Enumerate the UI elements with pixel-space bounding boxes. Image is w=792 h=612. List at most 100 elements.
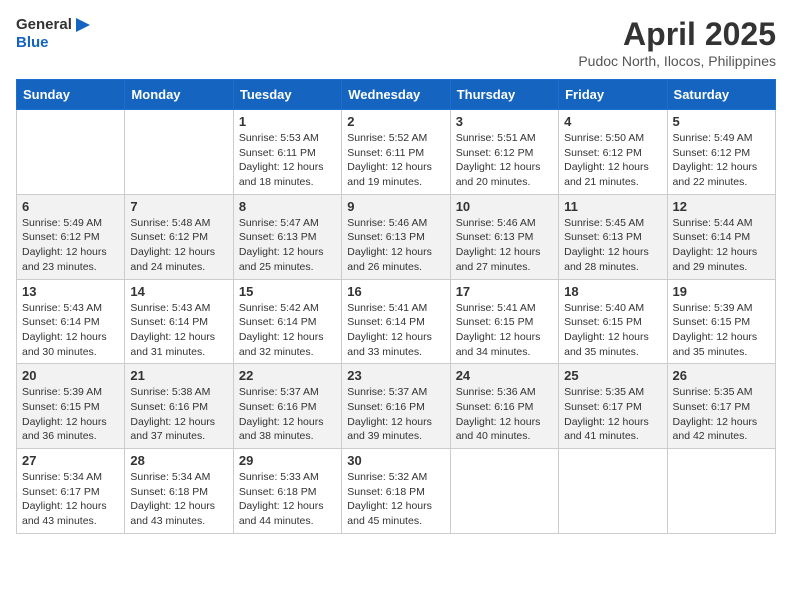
- col-tuesday: Tuesday: [233, 80, 341, 110]
- calendar-cell: 9 Sunrise: 5:46 AM Sunset: 6:13 PM Daylig…: [342, 194, 450, 279]
- calendar-cell: 24Sunrise: 5:36 AM Sunset: 6:16 PM Dayli…: [450, 364, 558, 449]
- calendar-cell: 12 Sunrise: 5:44 AM Sunset: 6:14 PM Dayli…: [667, 194, 775, 279]
- calendar-cell: 20 Sunrise: 5:39 AM Sunset: 6:15 PM Dayli…: [17, 364, 125, 449]
- calendar-cell: 30 Sunrise: 5:32 AM Sunset: 6:18 PM Dayli…: [342, 449, 450, 534]
- calendar-cell: 27 Sunrise: 5:34 AM Sunset: 6:17 PM Dayli…: [17, 449, 125, 534]
- day-info: Sunrise: 5:35 AM Sunset: 6:17 PM Dayligh…: [564, 385, 661, 444]
- day-info: Sunrise: 5:34 AM Sunset: 6:18 PM Dayligh…: [130, 470, 227, 529]
- day-number: 5: [673, 114, 770, 129]
- day-number: 7: [130, 199, 227, 214]
- col-monday: Monday: [125, 80, 233, 110]
- day-info: Sunrise: 5:49 AM Sunset: 6:12 PM Dayligh…: [22, 216, 119, 275]
- day-number: 22: [239, 368, 336, 383]
- calendar-cell: 8Sunrise: 5:47 AM Sunset: 6:13 PM Daylig…: [233, 194, 341, 279]
- col-friday: Friday: [559, 80, 667, 110]
- day-number: 9: [347, 199, 444, 214]
- day-number: 23: [347, 368, 444, 383]
- calendar-cell: [17, 110, 125, 195]
- day-number: 2: [347, 114, 444, 129]
- day-number: 3: [456, 114, 553, 129]
- day-info: Sunrise: 5:35 AM Sunset: 6:17 PM Dayligh…: [673, 385, 770, 444]
- day-info: Sunrise: 5:39 AM Sunset: 6:15 PM Dayligh…: [22, 385, 119, 444]
- calendar-cell: 11Sunrise: 5:45 AM Sunset: 6:13 PM Dayli…: [559, 194, 667, 279]
- calendar-cell: [667, 449, 775, 534]
- title-section: April 2025 Pudoc North, Ilocos, Philippi…: [578, 16, 776, 69]
- day-number: 19: [673, 284, 770, 299]
- day-number: 16: [347, 284, 444, 299]
- day-info: Sunrise: 5:43 AM Sunset: 6:14 PM Dayligh…: [22, 301, 119, 360]
- calendar-cell: 19Sunrise: 5:39 AM Sunset: 6:15 PM Dayli…: [667, 279, 775, 364]
- day-number: 26: [673, 368, 770, 383]
- day-info: Sunrise: 5:45 AM Sunset: 6:13 PM Dayligh…: [564, 216, 661, 275]
- calendar-cell: 5 Sunrise: 5:49 AM Sunset: 6:12 PM Daylig…: [667, 110, 775, 195]
- day-info: Sunrise: 5:38 AM Sunset: 6:16 PM Dayligh…: [130, 385, 227, 444]
- day-number: 18: [564, 284, 661, 299]
- calendar-cell: 15Sunrise: 5:42 AM Sunset: 6:14 PM Dayli…: [233, 279, 341, 364]
- day-info: Sunrise: 5:37 AM Sunset: 6:16 PM Dayligh…: [239, 385, 336, 444]
- calendar-cell: 21 Sunrise: 5:38 AM Sunset: 6:16 PM Dayli…: [125, 364, 233, 449]
- calendar-cell: 22 Sunrise: 5:37 AM Sunset: 6:16 PM Dayli…: [233, 364, 341, 449]
- day-info: Sunrise: 5:46 AM Sunset: 6:13 PM Dayligh…: [347, 216, 444, 275]
- calendar-cell: 25 Sunrise: 5:35 AM Sunset: 6:17 PM Dayli…: [559, 364, 667, 449]
- week-row-4: 20 Sunrise: 5:39 AM Sunset: 6:15 PM Dayli…: [17, 364, 776, 449]
- week-row-3: 13 Sunrise: 5:43 AM Sunset: 6:14 PM Dayli…: [17, 279, 776, 364]
- day-info: Sunrise: 5:32 AM Sunset: 6:18 PM Dayligh…: [347, 470, 444, 529]
- calendar-cell: 18 Sunrise: 5:40 AM Sunset: 6:15 PM Dayli…: [559, 279, 667, 364]
- day-info: Sunrise: 5:51 AM Sunset: 6:12 PM Dayligh…: [456, 131, 553, 190]
- calendar-cell: 17 Sunrise: 5:41 AM Sunset: 6:15 PM Dayli…: [450, 279, 558, 364]
- calendar-cell: 28 Sunrise: 5:34 AM Sunset: 6:18 PM Dayli…: [125, 449, 233, 534]
- day-info: Sunrise: 5:37 AM Sunset: 6:16 PM Dayligh…: [347, 385, 444, 444]
- day-info: Sunrise: 5:36 AM Sunset: 6:16 PM Dayligh…: [456, 385, 553, 444]
- day-number: 14: [130, 284, 227, 299]
- day-number: 15: [239, 284, 336, 299]
- calendar-cell: 14Sunrise: 5:43 AM Sunset: 6:14 PM Dayli…: [125, 279, 233, 364]
- day-info: Sunrise: 5:41 AM Sunset: 6:15 PM Dayligh…: [456, 301, 553, 360]
- day-number: 17: [456, 284, 553, 299]
- week-row-5: 27 Sunrise: 5:34 AM Sunset: 6:17 PM Dayli…: [17, 449, 776, 534]
- day-number: 6: [22, 199, 119, 214]
- calendar-cell: 3 Sunrise: 5:51 AM Sunset: 6:12 PM Daylig…: [450, 110, 558, 195]
- calendar-cell: [125, 110, 233, 195]
- day-info: Sunrise: 5:40 AM Sunset: 6:15 PM Dayligh…: [564, 301, 661, 360]
- calendar-header-row: Sunday Monday Tuesday Wednesday Thursday…: [17, 80, 776, 110]
- week-row-2: 6 Sunrise: 5:49 AM Sunset: 6:12 PM Daylig…: [17, 194, 776, 279]
- logo: General Blue: [16, 16, 92, 52]
- day-number: 28: [130, 453, 227, 468]
- day-number: 21: [130, 368, 227, 383]
- calendar-cell: 16Sunrise: 5:41 AM Sunset: 6:14 PM Dayli…: [342, 279, 450, 364]
- calendar-cell: 4Sunrise: 5:50 AM Sunset: 6:12 PM Daylig…: [559, 110, 667, 195]
- day-info: Sunrise: 5:48 AM Sunset: 6:12 PM Dayligh…: [130, 216, 227, 275]
- calendar-cell: 6 Sunrise: 5:49 AM Sunset: 6:12 PM Daylig…: [17, 194, 125, 279]
- calendar-cell: [559, 449, 667, 534]
- calendar-cell: 26 Sunrise: 5:35 AM Sunset: 6:17 PM Dayli…: [667, 364, 775, 449]
- day-number: 4: [564, 114, 661, 129]
- day-number: 13: [22, 284, 119, 299]
- col-wednesday: Wednesday: [342, 80, 450, 110]
- col-sunday: Sunday: [17, 80, 125, 110]
- calendar-cell: 13 Sunrise: 5:43 AM Sunset: 6:14 PM Dayli…: [17, 279, 125, 364]
- day-number: 12: [673, 199, 770, 214]
- calendar-table: Sunday Monday Tuesday Wednesday Thursday…: [16, 79, 776, 534]
- day-info: Sunrise: 5:49 AM Sunset: 6:12 PM Dayligh…: [673, 131, 770, 190]
- day-info: Sunrise: 5:33 AM Sunset: 6:18 PM Dayligh…: [239, 470, 336, 529]
- day-number: 25: [564, 368, 661, 383]
- day-number: 27: [22, 453, 119, 468]
- day-number: 29: [239, 453, 336, 468]
- day-number: 30: [347, 453, 444, 468]
- day-number: 10: [456, 199, 553, 214]
- calendar-subtitle: Pudoc North, Ilocos, Philippines: [578, 53, 776, 69]
- day-info: Sunrise: 5:46 AM Sunset: 6:13 PM Dayligh…: [456, 216, 553, 275]
- calendar-cell: [450, 449, 558, 534]
- calendar-cell: 23 Sunrise: 5:37 AM Sunset: 6:16 PM Dayli…: [342, 364, 450, 449]
- calendar-cell: 7 Sunrise: 5:48 AM Sunset: 6:12 PM Daylig…: [125, 194, 233, 279]
- day-info: Sunrise: 5:52 AM Sunset: 6:11 PM Dayligh…: [347, 131, 444, 190]
- day-info: Sunrise: 5:34 AM Sunset: 6:17 PM Dayligh…: [22, 470, 119, 529]
- day-info: Sunrise: 5:53 AM Sunset: 6:11 PM Dayligh…: [239, 131, 336, 190]
- day-number: 1: [239, 114, 336, 129]
- calendar-cell: 1 Sunrise: 5:53 AM Sunset: 6:11 PM Daylig…: [233, 110, 341, 195]
- calendar-cell: 10 Sunrise: 5:46 AM Sunset: 6:13 PM Dayli…: [450, 194, 558, 279]
- day-info: Sunrise: 5:44 AM Sunset: 6:14 PM Dayligh…: [673, 216, 770, 275]
- col-thursday: Thursday: [450, 80, 558, 110]
- page-header: General Blue April 2025 Pudoc North, Ilo…: [16, 16, 776, 69]
- day-number: 20: [22, 368, 119, 383]
